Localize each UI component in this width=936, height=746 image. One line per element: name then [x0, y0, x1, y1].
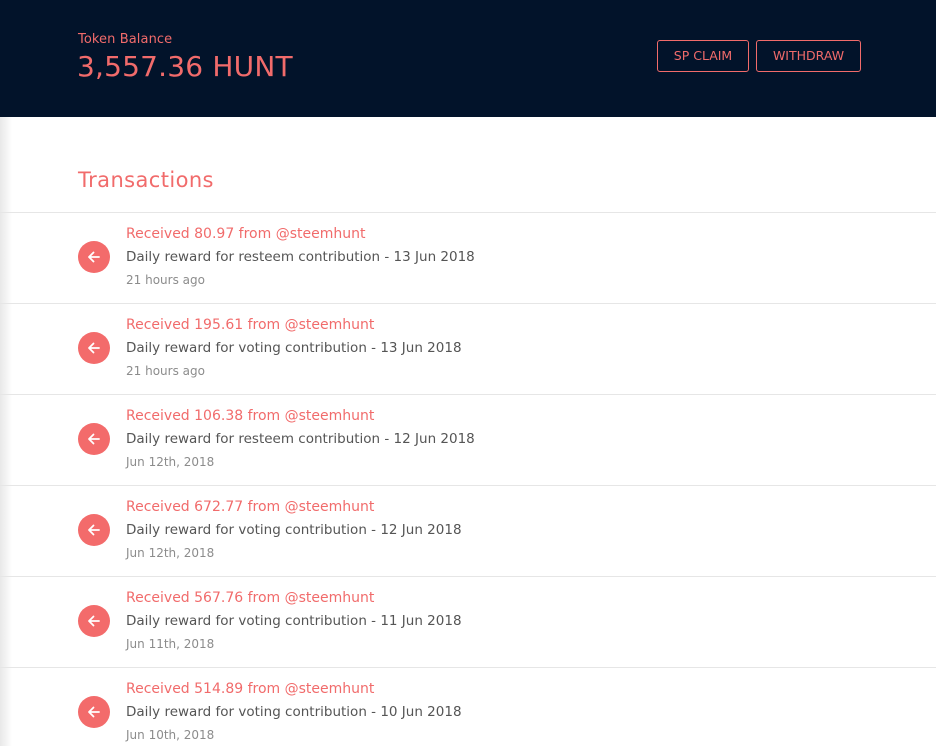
transaction-row: Received 80.97 from @steemhunt Daily rew… [0, 213, 936, 304]
transaction-time: Jun 10th, 2018 [126, 728, 215, 742]
transaction-row: Received 195.61 from @steemhunt Daily re… [0, 304, 936, 395]
transactions-title: Transactions [78, 168, 214, 192]
withdraw-button[interactable]: WITHDRAW [756, 40, 861, 72]
transaction-title: Received 80.97 from @steemhunt [126, 226, 366, 242]
wallet-header: Token Balance 3,557.36 HUNT SP CLAIM WIT… [0, 0, 936, 117]
transaction-time: 21 hours ago [126, 364, 205, 378]
arrow-left-icon [78, 696, 110, 728]
arrow-left-icon [78, 514, 110, 546]
transaction-row: Received 567.76 from @steemhunt Daily re… [0, 577, 936, 668]
transaction-description: Daily reward for voting contribution - 1… [126, 613, 462, 629]
transaction-time: Jun 11th, 2018 [126, 637, 215, 651]
transaction-row: Received 514.89 from @steemhunt Daily re… [0, 668, 936, 746]
transaction-title: Received 106.38 from @steemhunt [126, 408, 375, 424]
transaction-description: Daily reward for resteem contribution - … [126, 249, 475, 265]
token-balance-label: Token Balance [78, 32, 173, 47]
transaction-list: Received 80.97 from @steemhunt Daily rew… [0, 213, 936, 746]
transaction-row: Received 106.38 from @steemhunt Daily re… [0, 395, 936, 486]
transaction-time: Jun 12th, 2018 [126, 546, 215, 560]
arrow-left-icon [78, 241, 110, 273]
token-balance-value: 3,557.36 HUNT [77, 50, 293, 83]
sp-claim-button[interactable]: SP CLAIM [657, 40, 749, 72]
transaction-row: Received 672.77 from @steemhunt Daily re… [0, 486, 936, 577]
transaction-time: Jun 12th, 2018 [126, 455, 215, 469]
transaction-title: Received 195.61 from @steemhunt [126, 317, 375, 333]
transaction-description: Daily reward for resteem contribution - … [126, 431, 475, 447]
transaction-title: Received 567.76 from @steemhunt [126, 590, 375, 606]
transaction-title: Received 514.89 from @steemhunt [126, 681, 375, 697]
arrow-left-icon [78, 605, 110, 637]
transaction-title: Received 672.77 from @steemhunt [126, 499, 375, 515]
transaction-time: 21 hours ago [126, 273, 205, 287]
transaction-description: Daily reward for voting contribution - 1… [126, 522, 462, 538]
transaction-description: Daily reward for voting contribution - 1… [126, 704, 462, 720]
arrow-left-icon [78, 423, 110, 455]
transaction-description: Daily reward for voting contribution - 1… [126, 340, 462, 356]
arrow-left-icon [78, 332, 110, 364]
